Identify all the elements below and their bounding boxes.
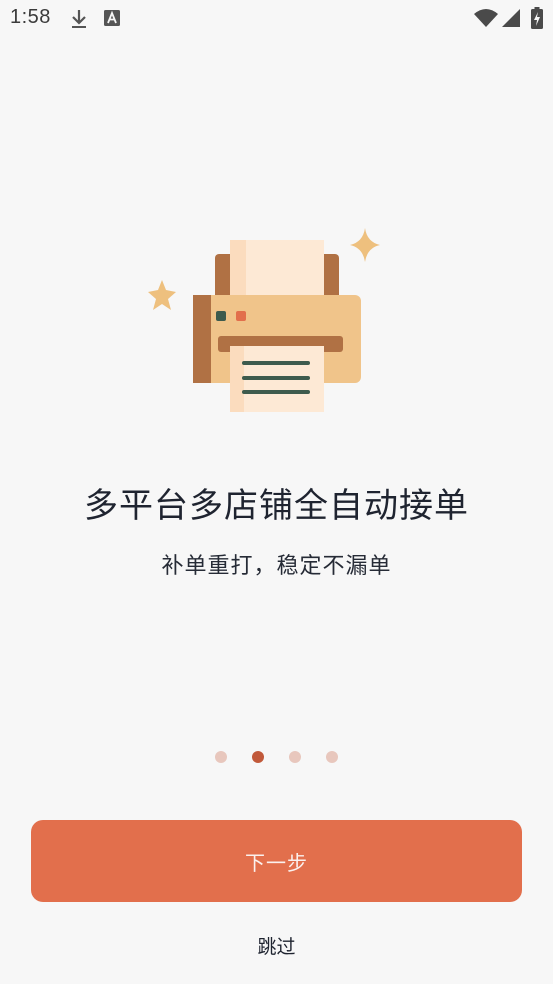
page-dot-4[interactable] — [326, 751, 338, 763]
page-dot-2-active[interactable] — [252, 751, 264, 763]
page-title: 多平台多店铺全自动接单 — [84, 486, 469, 526]
page-dot-1[interactable] — [215, 751, 227, 763]
status-time: 1:58 — [10, 6, 51, 28]
page-indicator — [0, 750, 553, 764]
printer-illustration — [148, 228, 380, 412]
status-bar: 1:58 — [0, 0, 553, 38]
signal-icon — [502, 9, 520, 27]
page-subtitle: 补单重打，稳定不漏单 — [161, 554, 392, 579]
sparkle-star-icon — [148, 280, 176, 310]
download-icon — [72, 10, 86, 28]
next-button[interactable]: 下一步 — [31, 820, 522, 902]
skip-link[interactable]: 跳过 — [0, 932, 553, 959]
battery-charging-icon — [531, 7, 543, 29]
font-a-icon — [104, 10, 120, 26]
page-dot-3[interactable] — [289, 751, 301, 763]
printer-icon — [193, 240, 361, 412]
wifi-icon — [474, 9, 498, 27]
sparkle-four-point-icon — [350, 228, 380, 262]
next-button-label: 下一步 — [245, 850, 308, 875]
